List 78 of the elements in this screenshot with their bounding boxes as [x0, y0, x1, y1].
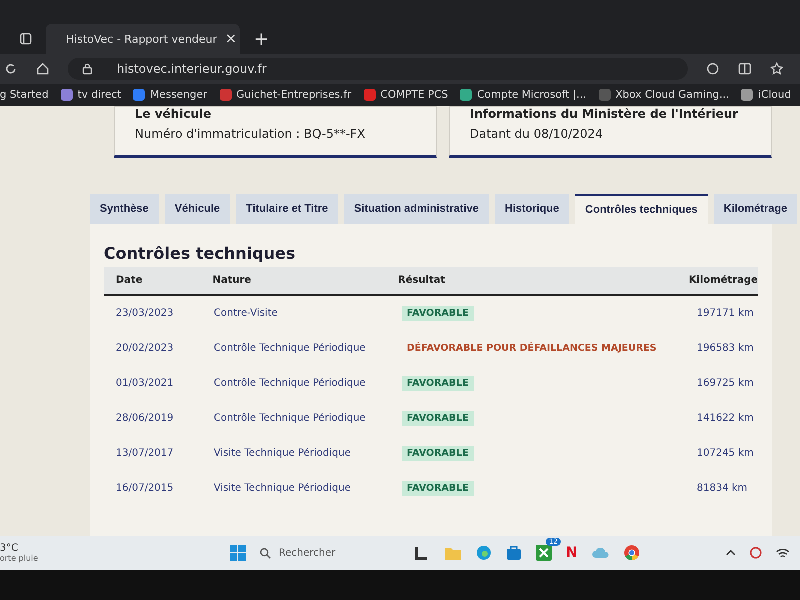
home-icon[interactable]: [36, 62, 50, 76]
mileage-cell-text: 197171 km: [696, 308, 755, 319]
split-screen-icon[interactable]: [738, 62, 752, 76]
bookmark-item[interactable]: Guichet-Entreprises.fr: [220, 89, 352, 101]
mileage-cell-text: 196583 km: [696, 343, 755, 354]
weather-text: orte pluie: [0, 554, 40, 563]
result-badge: FAVORABLE: [402, 446, 474, 461]
mileage-cell-text: 107245 km: [696, 448, 755, 459]
card-title: Le véhicule: [135, 107, 212, 121]
taskbar-search-field[interactable]: Rechercher: [260, 548, 400, 558]
section-tab[interactable]: Titulaire et Titre: [236, 194, 338, 224]
address-bar[interactable]: histovec.interieur.gouv.fr: [68, 58, 688, 80]
section-tab[interactable]: Contrôles techniques: [575, 194, 708, 224]
weather-temperature: 3°C: [0, 543, 20, 554]
bookmark-item[interactable]: Messenger: [133, 89, 208, 101]
section-tab[interactable]: Historique: [495, 194, 570, 224]
result-badge: FAVORABLE: [402, 306, 474, 321]
result-badge: FAVORABLE: [402, 376, 474, 391]
bookmark-item[interactable]: Xbox Cloud Gaming...: [598, 89, 730, 101]
bookmark-favicon-icon: [741, 89, 754, 101]
refresh-icon[interactable]: [4, 62, 18, 76]
column-header: Résultat: [397, 275, 446, 286]
mileage-cell-text: 169725 km: [696, 378, 755, 389]
section-tab[interactable]: Situation administrative: [344, 194, 489, 224]
new-tab-button[interactable]: +: [254, 28, 270, 50]
nature-cell-text: Visite Technique Périodique: [213, 448, 352, 459]
close-tab-button[interactable]: ×: [225, 31, 237, 47]
tab-list-icon[interactable]: [20, 33, 32, 45]
search-icon: [260, 548, 271, 558]
nature-cell-text: Visite Technique Périodique: [213, 483, 352, 494]
section-tab[interactable]: Kilométrage: [714, 194, 798, 224]
favorites-icon[interactable]: [770, 62, 784, 76]
nature-cell-text: Contrôle Technique Périodique: [213, 413, 367, 424]
windows-logo-icon[interactable]: [230, 545, 246, 561]
result-label: DÉFAVORABLE POUR DÉFAILLANCES MAJEURES: [406, 341, 658, 356]
app-icon[interactable]: [414, 545, 430, 561]
tab-title: HistoVec - Rapport vendeur: [66, 32, 218, 46]
date-cell-text: 20/02/2023: [115, 343, 175, 354]
bookmark-favicon-icon: [133, 89, 146, 101]
chrome-icon[interactable]: [624, 545, 640, 561]
section-title: Contrôles techniques: [104, 244, 297, 263]
bookmark-favicon-icon: [598, 89, 611, 101]
date-cell-text: 16/07/2015: [115, 483, 175, 494]
bookmark-item[interactable]: COMPTE PCS: [364, 89, 448, 101]
column-header: Kilométrage: [688, 275, 758, 286]
card-title: Informations du Ministère de l'Intérieur: [470, 107, 740, 121]
date-cell-text: 01/03/2021: [115, 378, 175, 389]
bookmark-item[interactable]: iCloud: [741, 89, 792, 101]
tray-app-icon[interactable]: [750, 547, 762, 559]
card-text: Datant du 08/10/2024: [470, 127, 604, 141]
nature-cell-text: Contre-Visite: [213, 308, 279, 319]
section-tab[interactable]: Synthèse: [90, 194, 159, 224]
card-text: Numéro d'immatriculation : BQ-5**-FX: [135, 127, 366, 141]
chevron-up-icon[interactable]: [726, 549, 736, 557]
date-cell-text: 23/03/2023: [115, 308, 175, 319]
nature-cell-text: Contrôle Technique Périodique: [213, 343, 367, 354]
date-cell-text: 13/07/2017: [115, 448, 175, 459]
wifi-icon[interactable]: [776, 548, 790, 558]
column-header: Nature: [212, 275, 252, 286]
section-tab[interactable]: Véhicule: [164, 194, 230, 224]
bookmark-item[interactable]: g Started: [0, 89, 49, 101]
column-header: Date: [115, 275, 144, 286]
mileage-cell-text: 141622 km: [696, 413, 755, 424]
netflix-app-button[interactable]: N: [566, 545, 578, 561]
store-icon[interactable]: [506, 545, 522, 561]
lock-icon: [82, 63, 93, 75]
date-cell-text: 28/06/2019: [115, 413, 175, 424]
result-badge: FAVORABLE: [402, 481, 474, 496]
bookmark-favicon-icon: [460, 89, 472, 101]
bookmark-favicon-icon: [60, 89, 73, 101]
nature-cell-text: Contrôle Technique Périodique: [213, 378, 367, 389]
bookmark-item[interactable]: tv direct: [60, 89, 122, 101]
bookmark-item[interactable]: Compte Microsoft |...: [460, 89, 587, 101]
result-badge: FAVORABLE: [402, 411, 474, 426]
browser-tab[interactable]: HistoVec - Rapport vendeur ×: [46, 24, 240, 54]
bookmark-favicon-icon: [364, 89, 376, 101]
mileage-cell-text: 81834 km: [696, 483, 749, 494]
bookmark-favicon-icon: [220, 89, 232, 101]
